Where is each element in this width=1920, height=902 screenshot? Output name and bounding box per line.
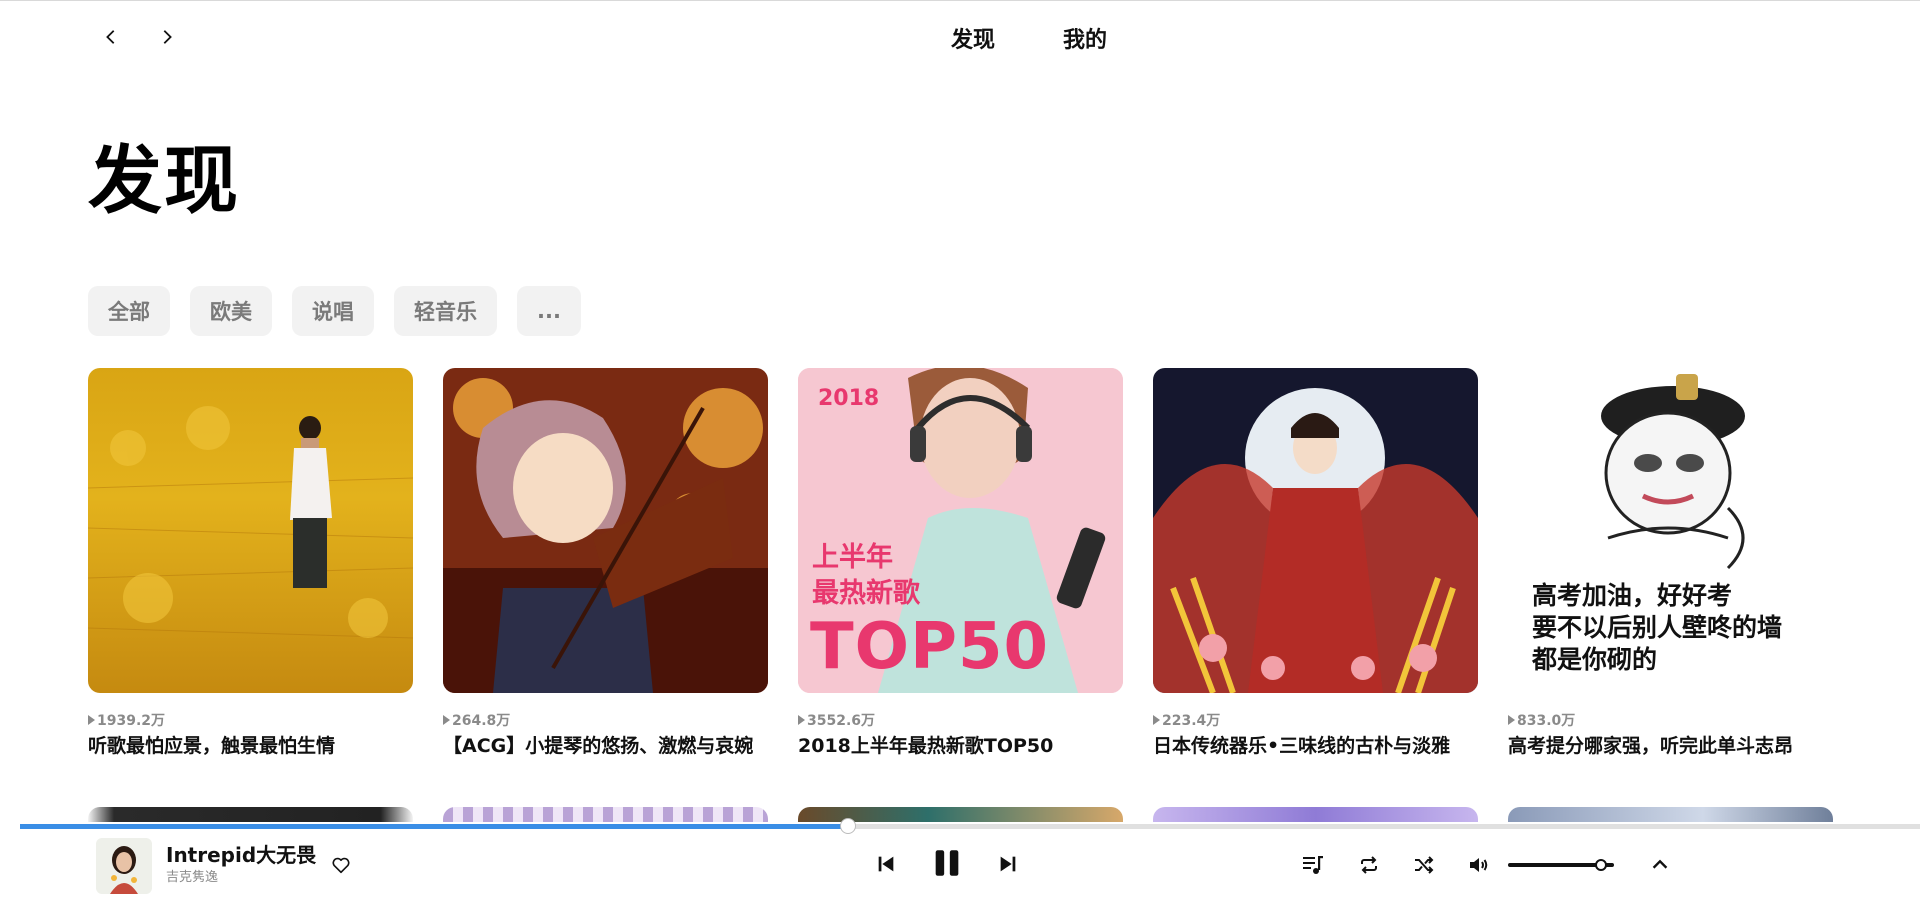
playlist-title[interactable]: 听歌最怕应景，触景最怕生情	[88, 733, 413, 759]
playcount: 833.0万	[1508, 711, 1833, 729]
play-count-icon	[88, 715, 95, 725]
now-playing-cover[interactable]	[96, 838, 152, 894]
forward-button[interactable]	[155, 25, 179, 49]
cover-text-line3: 都是你砌的	[1532, 645, 1658, 674]
playlist-cover[interactable]	[88, 368, 413, 693]
skip-previous-icon	[878, 856, 894, 872]
tab-discover[interactable]: 发现	[951, 26, 995, 56]
pause-icon	[935, 850, 959, 876]
playcount-value: 264.8万	[452, 713, 511, 729]
category-rap[interactable]: 说唱	[292, 286, 374, 336]
playcount: 264.8万	[443, 711, 768, 729]
playcount: 223.4万	[1153, 711, 1478, 729]
playlist-card[interactable]: 264.8万 【ACG】小提琴的悠扬、激燃与哀婉	[443, 368, 768, 759]
playlist-cover[interactable]	[1153, 368, 1478, 693]
cover-violin-anime-image	[443, 368, 768, 693]
playlist-music-icon	[1303, 856, 1323, 874]
skip-next-icon	[1000, 856, 1016, 872]
category-more[interactable]: ...	[517, 286, 581, 336]
playlist-title[interactable]: 日本传统器乐•三味线的古朴与淡雅	[1153, 733, 1478, 759]
cover-field-image	[88, 368, 413, 693]
playcount-value: 223.4万	[1162, 713, 1221, 729]
play-count-icon	[798, 715, 805, 725]
playcount-value: 3552.6万	[807, 713, 876, 729]
play-count-icon	[1508, 715, 1515, 725]
volume-icon	[1470, 858, 1488, 872]
playcount: 3552.6万	[798, 711, 1123, 729]
playlist-cover[interactable]	[443, 368, 768, 693]
playlist-cover[interactable]: 2018 上半年 最热新歌 TOP50	[798, 368, 1123, 693]
playlist-card[interactable]: 1939.2万 听歌最怕应景，触景最怕生情	[88, 368, 413, 759]
cover-text-line1: 上半年	[812, 542, 893, 573]
category-pills: 全部 欧美 说唱 轻音乐 ...	[88, 286, 581, 336]
shuffle-icon	[1415, 856, 1434, 874]
cover-text-line2: 最热新歌	[812, 578, 920, 609]
playlist-card[interactable]: 223.4万 日本传统器乐•三味线的古朴与淡雅	[1153, 368, 1478, 759]
repeat-button[interactable]	[1356, 852, 1382, 878]
next-button[interactable]	[995, 851, 1021, 877]
progress-fill	[20, 824, 849, 829]
category-western[interactable]: 欧美	[190, 286, 272, 336]
chevron-up-icon	[1652, 859, 1668, 869]
cover-kimono-art-image	[1153, 368, 1478, 693]
playcount: 1939.2万	[88, 711, 413, 729]
playlist-title[interactable]: 2018上半年最热新歌TOP50	[798, 733, 1123, 759]
playcount-value: 833.0万	[1517, 713, 1576, 729]
previous-button[interactable]	[873, 851, 899, 877]
top-border	[0, 0, 1920, 1]
playlist-cover[interactable]: 高考加油，好好考 要不以后别人壁咚的墙 都是你砌的	[1508, 368, 1833, 693]
chevron-left-icon	[106, 30, 115, 44]
queue-button[interactable]	[1300, 852, 1326, 878]
play-count-icon	[443, 715, 450, 725]
playlist-title[interactable]: 高考提分哪家强，听完此单斗志昂	[1508, 733, 1833, 759]
playlist-card[interactable]: 高考加油，好好考 要不以后别人壁咚的墙 都是你砌的 833.0万 高考提分哪家强…	[1508, 368, 1833, 759]
expand-player-button[interactable]	[1647, 852, 1673, 878]
like-button[interactable]	[330, 854, 352, 876]
chevron-right-icon	[163, 30, 172, 44]
category-all[interactable]: 全部	[88, 286, 170, 336]
cover-year-text: 2018	[818, 386, 880, 411]
song-artist[interactable]: 吉克隽逸	[166, 869, 218, 887]
playlist-card[interactable]: 2018 上半年 最热新歌 TOP50 3552.6万 2018上半年最热新歌T…	[798, 368, 1123, 759]
tab-mine[interactable]: 我的	[1063, 26, 1107, 56]
category-light-music[interactable]: 轻音乐	[394, 286, 497, 336]
pause-button[interactable]	[929, 845, 965, 881]
play-count-icon	[1153, 715, 1160, 725]
back-button[interactable]	[99, 25, 123, 49]
volume-handle[interactable]	[1594, 859, 1607, 871]
playcount-value: 1939.2万	[97, 713, 166, 729]
cover-text-line3: TOP50	[810, 610, 1050, 684]
song-title[interactable]: Intrepid大无畏	[166, 842, 316, 868]
playlist-title[interactable]: 【ACG】小提琴的悠扬、激燃与哀婉	[443, 733, 768, 759]
album-art-image	[96, 838, 152, 894]
repeat-icon	[1361, 856, 1377, 874]
cover-text-line2: 要不以后别人壁咚的墙	[1532, 613, 1783, 642]
heart-icon	[332, 857, 350, 874]
shuffle-button[interactable]	[1411, 852, 1437, 878]
page-title: 发现	[88, 138, 240, 224]
cover-text-line1: 高考加油，好好考	[1532, 581, 1733, 610]
volume-button[interactable]	[1466, 852, 1492, 878]
